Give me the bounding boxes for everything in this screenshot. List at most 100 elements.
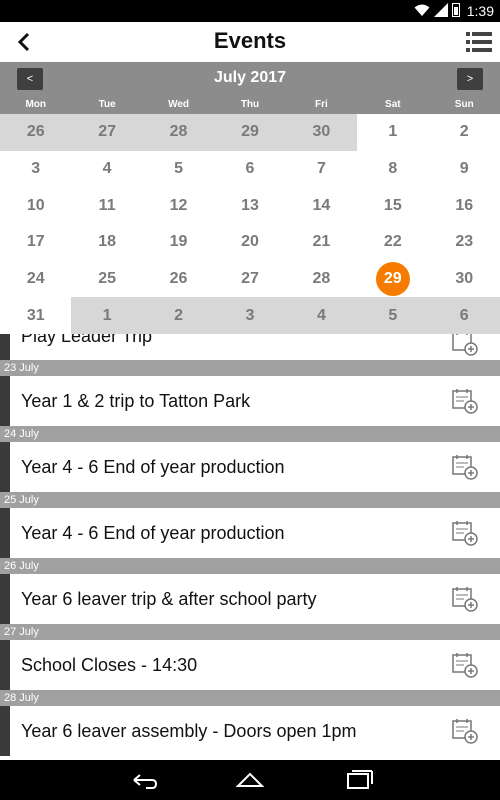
nav-recent-apps-icon[interactable] [342,768,374,792]
calendar-day-number: 9 [459,160,469,178]
calendar-day[interactable]: 17 [0,224,71,261]
calendar-day-other-month[interactable]: 26 [0,114,72,151]
wifi-icon [414,4,430,16]
calendar-add-icon[interactable] [452,520,478,546]
calendar-day[interactable]: 21 [286,224,357,261]
signal-icon [434,3,448,17]
calendar-day-selected[interactable]: 29 [357,261,428,298]
calendar-day-other-month[interactable]: 28 [142,114,215,151]
calendar-day[interactable]: 31 [0,297,71,334]
calendar-day-other-month[interactable]: 1 [71,297,143,335]
calendar-day[interactable]: 15 [357,187,428,224]
calendar-day-number: 14 [312,196,331,214]
calendar-add-icon[interactable] [452,388,478,414]
calendar-day[interactable]: 13 [214,187,285,224]
system-nav-bar [0,760,500,800]
calendar-day[interactable]: 10 [0,187,71,224]
calendar-day[interactable]: 12 [143,187,214,224]
next-month-button[interactable]: > [457,68,483,90]
calendar-day[interactable]: 20 [214,224,285,261]
calendar-day-other-month[interactable]: 4 [285,297,358,335]
event-title: Play Leader Trip [21,334,153,346]
calendar-day[interactable]: 14 [286,187,357,224]
calendar-day[interactable]: 30 [429,261,500,298]
calendar-day-other-month[interactable]: 2 [142,297,215,335]
calendar-day[interactable]: 5 [143,151,214,188]
calendar-day-number: 24 [26,270,45,288]
calendar-add-icon[interactable] [452,454,478,480]
event-card[interactable]: Year 1 & 2 trip to Tatton Park [0,376,500,426]
calendar-day-number: 5 [388,306,398,324]
event-card[interactable]: Year 4 - 6 End of year production [0,442,500,492]
calendar-week-row: 3 4 5 6 7 8 9 [0,151,500,188]
calendar-day[interactable]: 18 [71,224,142,261]
calendar-week-row: 26 27 28 29 30 1 2 [0,114,500,151]
event-title: Year 1 & 2 trip to Tatton Park [21,391,251,411]
calendar-day-number: 29 [375,262,410,297]
event-date-header: 23 July [0,360,500,376]
calendar-day-other-month[interactable]: 29 [214,114,286,151]
calendar-day-other-month[interactable]: 27 [71,114,143,151]
calendar-day[interactable]: 1 [357,114,428,151]
weekday-label: Tue [98,99,116,110]
calendar-week-row: 17 18 19 20 21 22 23 [0,224,500,261]
event-card[interactable]: Year 6 leaver trip & after school party [0,574,500,624]
calendar-add-icon[interactable] [452,718,478,744]
calendar-day-number: 7 [316,160,326,178]
calendar-day[interactable]: 11 [71,187,142,224]
calendar-day-number: 23 [455,233,474,251]
page-title: Events [213,28,287,53]
calendar-day-number: 22 [383,233,402,251]
calendar-day[interactable]: 25 [71,261,142,298]
calendar-day-number: 30 [312,123,331,141]
calendar-add-icon[interactable] [452,586,478,612]
calendar-day[interactable]: 23 [429,224,500,261]
calendar-day-other-month[interactable]: 5 [357,297,429,335]
calendar-day[interactable]: 22 [357,224,428,261]
calendar-day[interactable]: 28 [286,261,357,298]
calendar-add-icon[interactable] [452,334,478,356]
calendar-day[interactable]: 27 [214,261,285,298]
calendar-day-number: 6 [245,160,255,178]
event-card[interactable]: Play Leader Trip [0,334,500,360]
calendar-day-other-month[interactable]: 3 [214,297,286,335]
calendar-day[interactable]: 3 [0,151,71,188]
calendar-day-number: 28 [312,270,331,288]
calendar-week-row: 10 11 12 13 14 15 16 [0,187,500,224]
calendar-add-icon[interactable] [452,652,478,678]
app-root: 1:39 Events < July 2017 > Mon Tue Wed Th… [0,0,500,800]
event-title: Year 4 - 6 End of year production [21,523,285,543]
calendar-day[interactable]: 7 [286,151,357,188]
calendar-day-number: 28 [169,123,188,141]
event-date-header: 28 July [0,690,500,706]
event-card[interactable]: Year 6 leaver assembly - Doors open 1pm [0,706,500,756]
calendar-day[interactable]: 6 [214,151,285,188]
events-list: Play Leader Trip 23 July Year 1 & 2 trip … [0,334,500,760]
calendar-day-number: 19 [169,233,188,251]
calendar-day[interactable]: 4 [71,151,142,188]
status-bar: 1:39 [0,0,500,22]
calendar-day[interactable]: 8 [357,151,428,188]
calendar-day-number: 17 [26,233,45,251]
calendar-day-number: 12 [169,196,188,214]
calendar-day-number: 18 [98,233,117,251]
calendar-day[interactable]: 19 [143,224,214,261]
event-card[interactable]: School Closes - 14:30 [0,640,500,690]
nav-home-icon[interactable] [234,768,266,792]
event-card[interactable]: Year 4 - 6 End of year production [0,508,500,558]
nav-back-icon[interactable] [128,768,160,792]
calendar-day[interactable]: 9 [429,151,500,188]
calendar-day[interactable]: 24 [0,261,71,298]
calendar-day-number: 21 [312,233,331,251]
calendar-day[interactable]: 2 [429,114,500,151]
calendar-day-number: 3 [31,160,41,178]
list-view-icon[interactable] [466,30,492,54]
weekday-label: Thu [240,99,260,110]
calendar-day-other-month[interactable]: 30 [285,114,358,151]
calendar-day-number: 16 [455,196,474,214]
calendar-day-number: 1 [102,306,112,324]
calendar-day[interactable]: 16 [429,187,500,224]
weekday-row: Mon Tue Wed Thu Fri Sat Sun [0,96,500,114]
calendar-day[interactable]: 26 [143,261,214,298]
calendar-day-other-month[interactable]: 6 [428,297,500,335]
